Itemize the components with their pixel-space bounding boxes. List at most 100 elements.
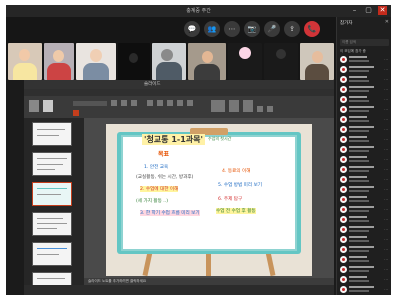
align-icon[interactable] — [147, 100, 153, 106]
close-button[interactable]: ✕ — [378, 6, 387, 15]
video-tile[interactable] — [264, 43, 298, 80]
participant-row[interactable]: ⋯ — [340, 175, 390, 184]
more-icon[interactable]: ⋯ — [384, 107, 388, 112]
more-icon[interactable]: ⋯ — [384, 117, 388, 122]
align-icon[interactable] — [156, 100, 163, 106]
participant-row[interactable]: ⋯ — [340, 165, 390, 174]
more-icon[interactable]: ⋯ — [384, 197, 388, 202]
participant-row[interactable]: ⋯ — [340, 115, 390, 124]
participant-row[interactable]: ⋯ — [340, 235, 390, 244]
participant-row[interactable]: ⋯ — [340, 65, 390, 74]
participant-row[interactable]: ⋯ — [340, 225, 390, 234]
participant-row[interactable]: ⋯ — [340, 95, 390, 104]
slide-thumbnail[interactable] — [32, 242, 72, 266]
slide-thumbnail[interactable] — [32, 152, 72, 176]
video-tile[interactable] — [76, 43, 116, 80]
share-icon[interactable]: ⇪ — [284, 21, 300, 37]
more-icon[interactable]: ⋯ — [384, 247, 388, 252]
more-icon[interactable]: ⋯ — [384, 277, 388, 282]
participant-row[interactable]: ⋯ — [340, 215, 390, 224]
arrange-icon[interactable] — [228, 100, 239, 112]
chat-icon[interactable]: 💬 — [184, 21, 200, 37]
replace-icon[interactable] — [266, 106, 273, 112]
more-icon[interactable]: ⋯ — [384, 77, 388, 82]
paste-icon[interactable] — [29, 100, 39, 112]
list-icon[interactable] — [186, 100, 193, 106]
style-icon[interactable] — [242, 100, 253, 112]
more-icon[interactable]: ⋯ — [384, 207, 388, 212]
participant-status-bar — [349, 100, 369, 102]
participant-row[interactable]: ⋯ — [340, 285, 390, 294]
participant-name-bar — [349, 156, 367, 158]
people-icon[interactable]: 👥 — [204, 21, 220, 37]
leave-icon[interactable]: 📞 — [304, 21, 320, 37]
maximize-button[interactable]: ▢ — [364, 6, 373, 15]
slide-thumbnail[interactable] — [32, 122, 72, 146]
more-icon[interactable]: ⋯ — [384, 97, 388, 102]
video-tile[interactable] — [228, 43, 262, 80]
participant-row[interactable]: ⋯ — [340, 145, 390, 154]
video-tile[interactable] — [8, 43, 42, 80]
more-icon[interactable]: ⋯ — [384, 237, 388, 242]
slide-thumbnail-active[interactable] — [32, 182, 72, 206]
participant-row[interactable]: ⋯ — [340, 205, 390, 214]
more-icon[interactable]: ⋯ — [384, 177, 388, 182]
video-tile[interactable] — [300, 43, 334, 80]
participant-name-bar — [349, 66, 374, 68]
minimize-button[interactable]: – — [350, 6, 359, 15]
more-icon[interactable]: ⋯ — [384, 147, 388, 152]
participant-status-bar — [349, 90, 369, 92]
participant-row[interactable]: ⋯ — [340, 55, 390, 64]
panel-section-header: 이 모임에 참가 중 — [340, 49, 366, 53]
participant-row[interactable]: ⋯ — [340, 275, 390, 284]
avatar — [340, 66, 347, 73]
more-icon[interactable]: ⋯ — [384, 67, 388, 72]
panel-close-icon[interactable]: ✕ — [385, 19, 389, 25]
participant-row[interactable]: ⋯ — [340, 265, 390, 274]
participant-row[interactable]: ⋯ — [340, 255, 390, 264]
mic-icon[interactable]: 🎤 — [264, 21, 280, 37]
participant-row[interactable]: ⋯ — [340, 195, 390, 204]
color-icon[interactable] — [73, 110, 79, 116]
more-icon[interactable]: ⋯ — [384, 257, 388, 262]
camera-icon[interactable]: 📷 — [244, 21, 260, 37]
more-icon[interactable]: ⋯ — [384, 157, 388, 162]
more-icon[interactable]: ⋯ — [384, 57, 388, 62]
more-icon[interactable]: ⋯ — [384, 227, 388, 232]
participant-row[interactable]: ⋯ — [340, 245, 390, 254]
more-icon[interactable]: ⋯ — [384, 87, 388, 92]
notes-hint[interactable]: 슬라이드 노트를 추가하려면 클릭하세요 — [84, 278, 334, 285]
more-icon[interactable]: ⋯ — [384, 137, 388, 142]
more-icon[interactable]: ⋯ — [384, 127, 388, 132]
underline-icon[interactable] — [130, 100, 137, 106]
shapes-icon[interactable] — [211, 100, 225, 112]
participant-row[interactable]: ⋯ — [340, 185, 390, 194]
more-icon[interactable]: ⋯ — [384, 267, 388, 272]
shared-screen: 슬라이드 '청교통 1-1과목' 수업의 첫시간 목표 1. 안전 교육 (교실… — [24, 80, 334, 295]
participant-row[interactable]: ⋯ — [340, 105, 390, 114]
video-tile[interactable] — [152, 43, 186, 80]
more-icon[interactable]: ⋯ — [384, 167, 388, 172]
participant-row[interactable]: ⋯ — [340, 155, 390, 164]
participant-row[interactable]: ⋯ — [340, 125, 390, 134]
video-tile[interactable] — [188, 43, 226, 80]
more-icon[interactable]: ⋯ — [384, 217, 388, 222]
new-slide-icon[interactable] — [42, 100, 53, 112]
bold-icon[interactable] — [110, 100, 117, 106]
participant-row[interactable]: ⋯ — [340, 135, 390, 144]
italic-icon[interactable] — [120, 100, 127, 106]
video-tile[interactable] — [44, 43, 74, 80]
more-icon[interactable]: ⋯ — [224, 21, 240, 37]
video-tile[interactable] — [118, 43, 150, 80]
more-icon[interactable]: ⋯ — [384, 287, 388, 292]
align-icon[interactable] — [166, 100, 173, 106]
find-icon[interactable] — [256, 106, 263, 112]
participant-row[interactable]: ⋯ — [340, 85, 390, 94]
font-box-icon[interactable] — [73, 101, 107, 106]
slide-thumbnail[interactable] — [32, 212, 72, 236]
participant-search-input[interactable]: 이름 검색 — [340, 39, 389, 46]
participant-row[interactable]: ⋯ — [340, 75, 390, 84]
avatar — [340, 286, 347, 293]
list-icon[interactable] — [176, 100, 183, 106]
more-icon[interactable]: ⋯ — [384, 187, 388, 192]
